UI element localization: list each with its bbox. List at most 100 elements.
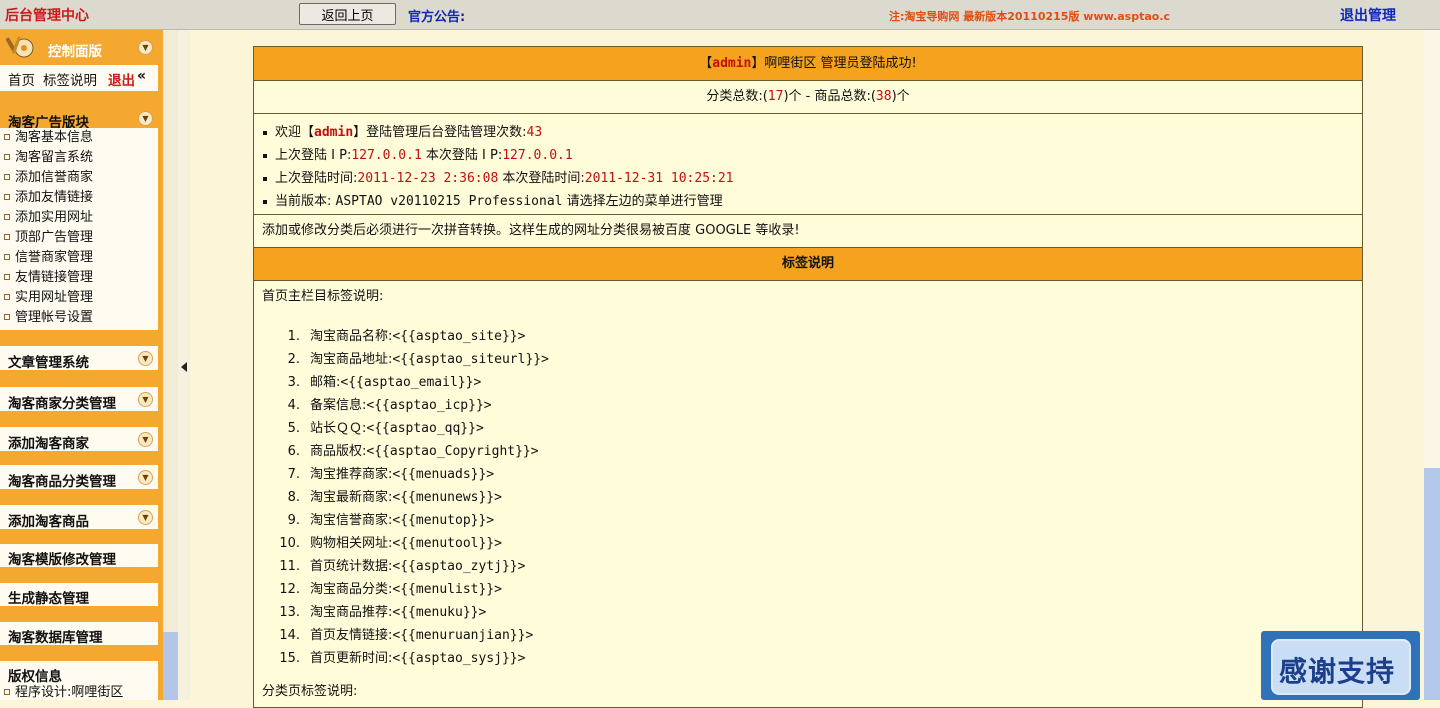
main-panel: 【admin】啊哩街区 管理员登陆成功! 分类总数:(17)个 - 商品总数:(… [253, 46, 1363, 708]
bullet-icon [4, 273, 10, 280]
version: ASPTAO v20110215 Professional [335, 194, 563, 209]
collapse-arrow-icon[interactable] [181, 362, 187, 372]
login-info: 欢迎【admin】登陆管理后台登陆管理次数:43 上次登陆 I P:127.0.… [254, 114, 1362, 215]
sidebar-item-add-merchant[interactable]: 添加信誉商家 [0, 168, 158, 188]
notice-marquee[interactable]: 注:淘宝导购网 最新版本20110215版 www.asptao.c [889, 8, 1194, 24]
chevron-down-icon[interactable]: ▼ [138, 432, 153, 447]
ad-section-header[interactable]: 淘客广告版块 ▼ [0, 106, 158, 131]
thanks-badge[interactable]: 感谢支持 [1261, 631, 1420, 700]
list-item: 14. 首页友情链接:<{{menuruanjian}}> [279, 628, 534, 643]
sidebar-section-add-merchant[interactable]: 添加淘客商家 ▼ [0, 427, 158, 452]
sidebar-copyright: 版权信息 程序设计:啊哩街区 [0, 661, 158, 700]
list-item: 10. 购物相关网址:<{{menutool}}> [279, 536, 502, 551]
sidebar-section-add-product[interactable]: 添加淘客商品 ▼ [0, 505, 158, 530]
bullet-icon [263, 199, 267, 204]
sidebar: 控制面版 ▼ 首页 标签说明 退出 « 淘客广告版块 ▼ 淘客基本信息 淘客留言… [0, 30, 163, 700]
tools-icon [6, 36, 34, 58]
list-item: 9. 淘宝信誉商家:<{{menutop}}> [287, 513, 495, 528]
last-time: 2011-12-23 2:36:08 [357, 171, 499, 186]
list-item: 4. 备案信息:<{{asptao_icp}}> [287, 398, 492, 413]
chevron-down-icon[interactable]: ▼ [138, 111, 153, 126]
sidebar-item-link-manage[interactable]: 友情链接管理 [0, 268, 158, 288]
login-count: 43 [526, 125, 543, 140]
login-banner: 【admin】啊哩街区 管理员登陆成功! [254, 47, 1362, 81]
sidebar-item-url-manage[interactable]: 实用网址管理 [0, 288, 158, 308]
collapse-icon[interactable]: « [137, 68, 146, 84]
list-item: 3. 邮箱:<{{asptao_email}}> [287, 375, 482, 390]
list-item: 7. 淘宝推荐商家:<{{menuads}}> [287, 467, 495, 482]
logout-link[interactable]: 退出管理 [1340, 5, 1396, 25]
thanks-badge-inner: 感谢支持 [1271, 639, 1411, 695]
sidebar-section-articles[interactable]: 文章管理系统 ▼ [0, 346, 158, 371]
admin-name: admin [712, 56, 752, 71]
bullet-icon [4, 173, 10, 180]
sidebar-section-merchant-category[interactable]: 淘客商家分类管理 ▼ [0, 387, 158, 412]
list-item: 1. 淘宝商品名称:<{{asptao_site}}> [287, 329, 526, 344]
ip-line: 上次登陆 I P:127.0.0.1 本次登陆 I P:127.0.0.1 [254, 144, 1362, 167]
sidebar-section-template[interactable]: 淘客模版修改管理 [0, 544, 158, 568]
sidebar-item-merchant-manage[interactable]: 信誉商家管理 [0, 248, 158, 268]
this-ip: 127.0.0.1 [502, 148, 573, 163]
tags-header: 标签说明 [254, 248, 1362, 281]
top-bar: 后台管理中心 返回上页 官方公告: 注:淘宝导购网 最新版本20110215版 … [0, 0, 1440, 30]
sidebar-item-add-url[interactable]: 添加实用网址 [0, 208, 158, 228]
list-item: 11. 首页统计数据:<{{asptao_zytj}}> [279, 559, 526, 574]
scrollbar-thumb[interactable] [1424, 468, 1440, 700]
sidebar-item-top-ads[interactable]: 顶部广告管理 [0, 228, 158, 248]
sidebar-section-product-category[interactable]: 淘客商品分类管理 ▼ [0, 465, 158, 490]
sidebar-item-account[interactable]: 管理帐号设置 [0, 308, 158, 328]
bullet-icon [4, 313, 10, 320]
sidebar-item-basic-info[interactable]: 淘客基本信息 [0, 128, 158, 148]
time-line: 上次登陆时间:2011-12-23 2:36:08 本次登陆时间:2011-12… [254, 167, 1362, 190]
version-line: 当前版本: ASPTAO v20110215 Professional 请选择左… [254, 190, 1362, 213]
bullet-icon [4, 193, 10, 200]
bullet-icon [4, 213, 10, 220]
tags-content: 首页主栏目标签说明: 1. 淘宝商品名称:<{{asptao_site}}> 2.… [254, 281, 1362, 708]
sidebar-section-database[interactable]: 淘客数据库管理 [0, 622, 158, 646]
chevron-down-icon[interactable]: ▼ [138, 351, 153, 366]
home-link[interactable]: 首页 [8, 69, 35, 89]
list-item: 6. 商品版权:<{{asptao_Copyright}}> [287, 444, 539, 459]
pinyin-notice: 添加或修改分类后必须进行一次拼音转换。这样生成的网址分类很易被百度 GOOGLE… [254, 215, 1362, 248]
bullet-icon [4, 253, 10, 260]
notice-label: 官方公告: [408, 10, 466, 25]
chevron-down-icon[interactable]: ▼ [138, 510, 153, 525]
copyright-title: 版权信息 [8, 669, 62, 685]
control-panel-header[interactable]: 控制面版 ▼ [0, 30, 158, 63]
tags-intro-2: 分类页标签说明: [262, 684, 358, 699]
bullet-icon [263, 176, 267, 181]
site-title: 后台管理中心 [5, 8, 89, 24]
product-count: 38 [875, 89, 892, 104]
bullet-icon [4, 688, 10, 695]
stats-row: 分类总数:(17)个 - 商品总数:(38)个 [254, 81, 1362, 114]
tag-list: 1. 淘宝商品名称:<{{asptao_site}}> 2. 淘宝商品地址:<{{a… [262, 325, 1354, 670]
list-item: 12. 淘宝商品分类:<{{menulist}}> [279, 582, 502, 597]
tags-intro: 首页主栏目标签说明: [262, 289, 384, 304]
bullet-icon [263, 153, 267, 158]
back-button[interactable]: 返回上页 [299, 3, 396, 25]
thanks-text: 感谢支持 [1279, 655, 1396, 688]
sidebar-section-static[interactable]: 生成静态管理 [0, 583, 158, 607]
bullet-icon [263, 130, 267, 135]
logout-side-link[interactable]: 退出 [108, 69, 135, 89]
chevron-down-icon[interactable]: ▼ [138, 392, 153, 407]
sidebar-item-add-link[interactable]: 添加友情链接 [0, 188, 158, 208]
tag-help-link[interactable]: 标签说明 [43, 69, 97, 89]
list-item: 13. 淘宝商品推荐:<{{menuku}}> [279, 605, 487, 620]
bullet-icon [4, 133, 10, 140]
sidebar-item-guestbook[interactable]: 淘客留言系统 [0, 148, 158, 168]
list-item: 2. 淘宝商品地址:<{{asptao_siteurl}}> [287, 352, 549, 367]
this-time: 2011-12-31 10:25:21 [584, 171, 734, 186]
chevron-down-icon[interactable]: ▼ [138, 40, 153, 55]
control-panel-body: 首页 标签说明 退出 « [0, 65, 158, 91]
bullet-icon [4, 153, 10, 160]
list-item: 15. 首页更新时间:<{{asptao_sysj}}> [279, 651, 526, 666]
list-item: 5. 站长ＱＱ:<{{asptao_qq}}> [287, 421, 484, 436]
welcome-line: 欢迎【admin】登陆管理后台登陆管理次数:43 [254, 121, 1362, 144]
splitter-thumb[interactable] [163, 632, 178, 700]
bullet-icon [4, 293, 10, 300]
category-count: 17 [767, 89, 784, 104]
copyright-line: 程序设计:啊哩街区 [0, 683, 123, 700]
control-panel-title: 控制面版 [48, 44, 102, 60]
chevron-down-icon[interactable]: ▼ [138, 470, 153, 485]
